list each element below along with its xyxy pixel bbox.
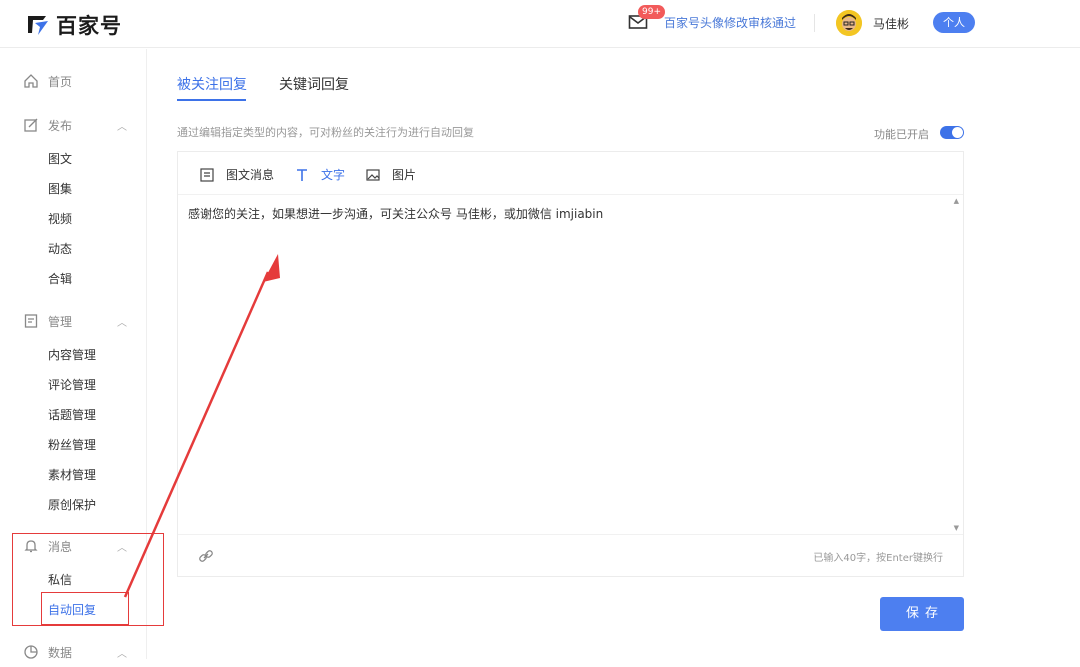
active-tab-indicator (177, 99, 246, 101)
type-label: 图文消息 (226, 168, 275, 182)
sidebar-item-gallery[interactable]: 图集 (48, 180, 72, 197)
editor-footer: 已输入40字，按Enter键换行 (178, 534, 963, 576)
reply-editor: 图文消息 文字 图片 感谢您的关注，如果想进一步沟通，可关注公众号 马佳彬，或加… (177, 151, 964, 577)
link-icon[interactable] (198, 548, 214, 564)
sidebar-item-topic-manage[interactable]: 话题管理 (48, 406, 96, 423)
notification[interactable]: 99+ 百家号头像修改审核通过 (628, 5, 796, 32)
annotation-box-auto-reply (41, 592, 129, 625)
logo-text: 百家号 (56, 14, 122, 38)
description: 通过编辑指定类型的内容，可对粉丝的关注行为进行自动回复 (177, 126, 474, 139)
char-count: 已输入40字，按Enter键换行 (813, 553, 943, 564)
chevron-up-icon[interactable]: ︿ (117, 118, 127, 133)
chevron-up-icon[interactable]: ︿ (117, 314, 127, 329)
text-icon (295, 168, 309, 182)
sidebar-item-original-protect[interactable]: 原创保护 (48, 496, 96, 513)
sidebar-item-video[interactable]: 视频 (48, 210, 72, 227)
toggle-knob (952, 127, 963, 138)
scroll-up-icon[interactable]: ▲ (954, 197, 959, 205)
top-bar: 百家号 99+ 百家号头像修改审核通过 马佳彬 个人 (0, 0, 1080, 48)
reply-text[interactable]: 感谢您的关注，如果想进一步沟通，可关注公众号 马佳彬，或加微信 imjiabin (188, 205, 603, 222)
sidebar-item-comment-manage[interactable]: 评论管理 (48, 376, 96, 393)
baijiahao-logo-icon (26, 13, 50, 37)
content-type-bar: 图文消息 文字 图片 (178, 152, 963, 194)
sidebar-group-label: 数据 (48, 645, 73, 660)
pie-chart-icon (23, 644, 39, 660)
type-text[interactable]: 文字 (295, 166, 345, 183)
logo[interactable]: 百家号 (26, 10, 122, 40)
sidebar-item-collection[interactable]: 合辑 (48, 270, 72, 287)
edit-icon (23, 117, 39, 133)
sidebar-item-home[interactable]: 首页 (0, 66, 147, 96)
article-icon (200, 167, 214, 182)
sidebar-group-publish[interactable]: 发布 ︿ (0, 110, 147, 140)
account-type-badge[interactable]: 个人 (933, 12, 975, 33)
chevron-up-icon[interactable]: ︿ (117, 645, 127, 660)
tab-follow-reply[interactable]: 被关注回复 (177, 74, 247, 94)
save-button[interactable]: 保存 (880, 597, 964, 631)
toggle-label: 功能已开启 (874, 128, 929, 141)
sidebar-item-fans-manage[interactable]: 粉丝管理 (48, 436, 96, 453)
home-icon (23, 73, 39, 89)
sidebar-group-label: 管理 (48, 314, 73, 329)
sidebar-group-data[interactable]: 数据 ︿ (0, 637, 147, 667)
header-divider (814, 14, 815, 32)
sidebar-group-manage[interactable]: 管理 ︿ (0, 306, 147, 336)
avatar[interactable] (836, 10, 862, 36)
sidebar-item-label: 首页 (48, 74, 73, 89)
sidebar-item-content-manage[interactable]: 内容管理 (48, 346, 96, 363)
feature-toggle[interactable] (940, 126, 964, 139)
username[interactable]: 马佳彬 (873, 15, 909, 32)
tab-keyword-reply[interactable]: 关键词回复 (279, 74, 349, 94)
sidebar-item-article[interactable]: 图文 (48, 150, 72, 167)
mail-icon[interactable]: 99+ (628, 5, 665, 32)
type-article-message[interactable]: 图文消息 (200, 166, 274, 183)
document-icon (23, 313, 39, 329)
sidebar-item-material-manage[interactable]: 素材管理 (48, 466, 96, 483)
sidebar-item-dynamic[interactable]: 动态 (48, 240, 72, 257)
notification-badge: 99+ (638, 5, 665, 19)
image-icon (366, 168, 380, 182)
reply-textarea[interactable]: 感谢您的关注，如果想进一步沟通，可关注公众号 马佳彬，或加微信 imjiabin… (178, 194, 963, 534)
type-label: 文字 (321, 168, 346, 182)
notification-text[interactable]: 百家号头像修改审核通过 (664, 14, 796, 31)
type-image[interactable]: 图片 (366, 166, 416, 183)
type-label: 图片 (392, 168, 417, 182)
scroll-down-icon[interactable]: ▼ (954, 524, 959, 532)
sidebar-group-label: 发布 (48, 118, 73, 133)
